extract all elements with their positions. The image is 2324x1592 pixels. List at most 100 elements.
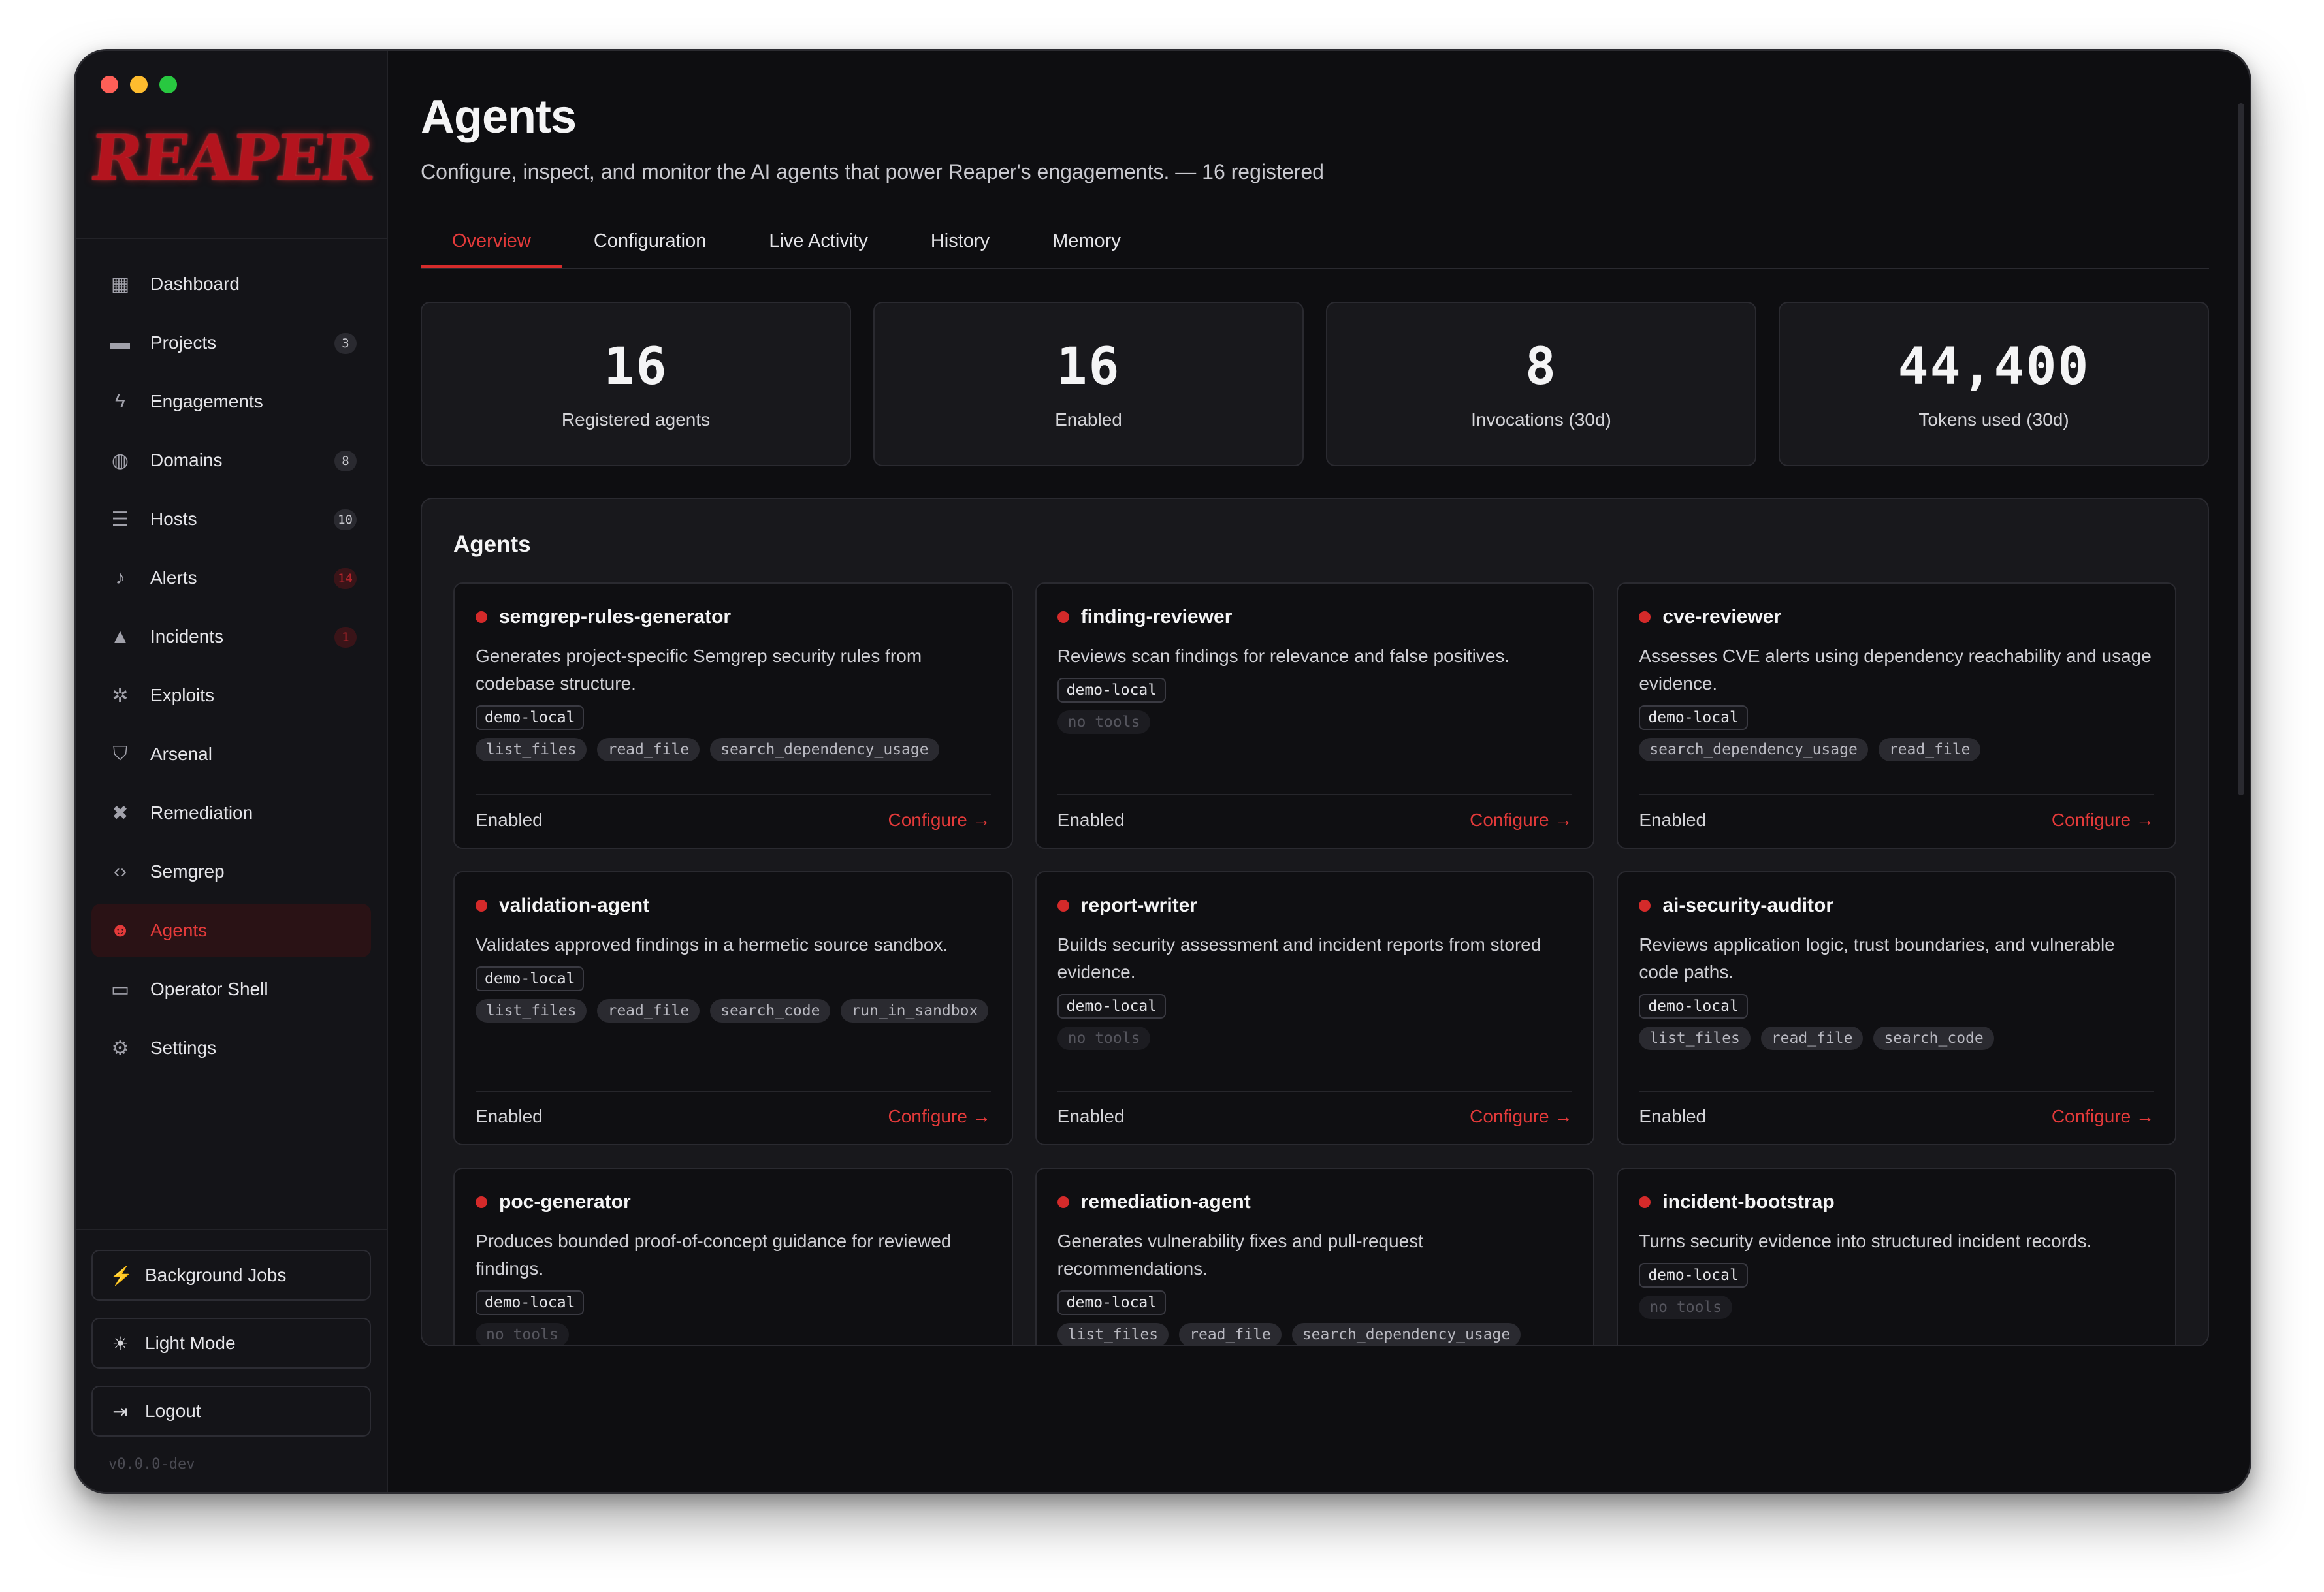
sidebar-item-exploits[interactable]: ✲ Exploits [91, 669, 371, 722]
no-tools-chip: no tools [1057, 1027, 1151, 1051]
sidebar-item-domains[interactable]: ◍ Domains 8 [91, 434, 371, 487]
agent-card: ai-security-auditor Reviews application l… [1617, 871, 2176, 1146]
tools-row: list_files read_file search_code [1639, 1027, 2154, 1051]
stat-card: 8 Invocations (30d) [1326, 302, 1756, 467]
sidebar-item-label: Agents [150, 920, 208, 940]
status-dot-icon [1639, 611, 1651, 624]
logout-icon: ⇥ [112, 1401, 128, 1422]
bot-icon: ☻ [110, 919, 131, 941]
minimize-window-button[interactable] [130, 76, 148, 93]
stat-card: 44,400 Tokens used (30d) [1779, 302, 2209, 467]
tab-history[interactable]: History [899, 215, 1021, 266]
tool-chip: run_in_sandbox [841, 999, 989, 1023]
close-window-button[interactable] [101, 76, 118, 93]
stat-value: 16 [604, 338, 668, 397]
agent-card-footer: Enabled Configure → [476, 794, 991, 831]
page-title: Agents [421, 91, 577, 143]
status-dot-icon [476, 900, 487, 912]
agent-description: Generates vulnerability fixes and pull-r… [1057, 1231, 1423, 1279]
tools-row: search_dependency_usage read_file [1639, 738, 2154, 762]
sidebar-item-engagements[interactable]: ϟ Engagements [91, 375, 371, 428]
configure-link[interactable]: Configure → [2052, 1106, 2154, 1127]
sidebar-item-semgrep[interactable]: ‹› Semgrep [91, 845, 371, 899]
background-jobs-button[interactable]: ⚡ Background Jobs [91, 1250, 371, 1301]
stat-label: Enabled [1055, 409, 1122, 430]
configure-link[interactable]: Configure → [2052, 810, 2154, 831]
sidebar-item-remediation[interactable]: ✖ Remediation [91, 786, 371, 840]
sidebar-item-label: Alerts [150, 567, 197, 588]
stat-value: 44,400 [1897, 338, 2090, 397]
app-window: REAPER ▦ Dashboard ▬ Projects 3 ϟ Engagements ◍… [74, 49, 2251, 1494]
agent-name: incident-bootstrap [1662, 1191, 1835, 1213]
sidebar: REAPER ▦ Dashboard ▬ Projects 3 ϟ Engagements ◍… [76, 51, 388, 1492]
agent-status: Enabled [1639, 810, 1707, 831]
environment-row: demo-local [1057, 994, 1573, 1019]
tools-row: no tools [1057, 710, 1573, 735]
tab-overview[interactable]: Overview [421, 215, 562, 268]
agents-panel: Agents semgrep-rules-generator Generates … [421, 498, 2209, 1347]
warning-icon: ▲ [110, 626, 130, 647]
environment-chip: demo-local [476, 1290, 585, 1316]
tool-chip: list_files [1639, 1027, 1751, 1051]
count-badge: 8 [334, 451, 357, 471]
agent-name: report-writer [1080, 895, 1198, 917]
sidebar-item-label: Semgrep [150, 861, 225, 882]
light-mode-button[interactable]: ☀ Light Mode [91, 1318, 371, 1369]
agent-name: semgrep-rules-generator [499, 606, 732, 628]
sidebar-item-label: Remediation [150, 803, 253, 823]
environment-chip: demo-local [1057, 994, 1167, 1019]
maximize-window-button[interactable] [159, 76, 177, 93]
sidebar-item-agents[interactable]: ☻ Agents [91, 904, 371, 957]
agent-description: Generates project-specific Semgrep secur… [476, 646, 922, 694]
agent-card: poc-generator Produces bounded proof-of-c… [453, 1168, 1013, 1346]
environment-chip: demo-local [1639, 994, 1748, 1019]
agent-card: cve-reviewer Assesses CVE alerts using de… [1617, 582, 2176, 850]
bandage-icon: ✖ [112, 802, 129, 824]
tool-chip: search_dependency_usage [1639, 738, 1868, 762]
sidebar-nav: ▦ Dashboard ▬ Projects 3 ϟ Engagements ◍ Domains… [76, 239, 387, 1075]
app-logo: REAPER [87, 120, 376, 195]
tab-live-activity[interactable]: Live Activity [737, 215, 899, 266]
agent-card-header: poc-generator [476, 1191, 991, 1213]
tab-memory[interactable]: Memory [1021, 215, 1152, 266]
environment-chip: demo-local [1057, 1290, 1167, 1316]
sidebar-footer: ⚡ Background Jobs ☀ Light Mode ⇥ Logout … [76, 1229, 387, 1492]
agent-card-header: report-writer [1057, 895, 1573, 917]
sidebar-item-alerts[interactable]: ♪ Alerts 14 [91, 551, 371, 605]
configure-link[interactable]: Configure → [888, 1106, 990, 1127]
agent-description: Reviews scan findings for relevance and … [1057, 646, 1510, 667]
environment-row: demo-local [1639, 1263, 2154, 1288]
agent-status: Enabled [1057, 810, 1125, 831]
tab-configuration[interactable]: Configuration [562, 215, 738, 266]
bolt-icon: ⚡ [110, 1265, 133, 1286]
tools-row: no tools [1057, 1027, 1573, 1051]
sidebar-item-projects[interactable]: ▬ Projects 3 [91, 316, 371, 370]
stat-label: Invocations (30d) [1471, 409, 1611, 430]
sidebar-item-arsenal[interactable]: ⛉ Arsenal [91, 727, 371, 781]
sidebar-item-label: Incidents [150, 626, 224, 646]
sidebar-item-dashboard[interactable]: ▦ Dashboard [91, 257, 371, 311]
sidebar-item-hosts[interactable]: ☰ Hosts 10 [91, 492, 371, 546]
window-controls [101, 76, 177, 93]
sidebar-item-settings[interactable]: ⚙ Settings [91, 1021, 371, 1075]
logout-label: Logout [145, 1401, 201, 1421]
stat-label: Tokens used (30d) [1918, 409, 2069, 430]
agent-name: validation-agent [499, 895, 650, 917]
no-tools-chip: no tools [476, 1323, 569, 1346]
sidebar-item-operator-shell[interactable]: ▭ Operator Shell [91, 963, 371, 1016]
logout-button[interactable]: ⇥ Logout [91, 1386, 371, 1437]
main-scrollbar[interactable] [2238, 103, 2244, 795]
sidebar-item-incidents[interactable]: ▲ Incidents 1 [91, 610, 371, 663]
agent-card-footer: Enabled Configure → [1057, 1091, 1573, 1127]
tools-row: no tools [476, 1323, 991, 1346]
tool-chip: read_file [1878, 738, 1981, 762]
agent-card: report-writer Builds security assessment … [1035, 871, 1595, 1146]
globe-icon: ◍ [111, 449, 129, 471]
environment-row: demo-local [1057, 1290, 1573, 1316]
sun-icon: ☀ [112, 1333, 129, 1354]
configure-link[interactable]: Configure → [1470, 1106, 1572, 1127]
configure-link[interactable]: Configure → [1470, 810, 1572, 831]
configure-link[interactable]: Configure → [888, 810, 990, 831]
tool-chip: list_files [476, 738, 587, 762]
no-tools-chip: no tools [1639, 1296, 1733, 1320]
